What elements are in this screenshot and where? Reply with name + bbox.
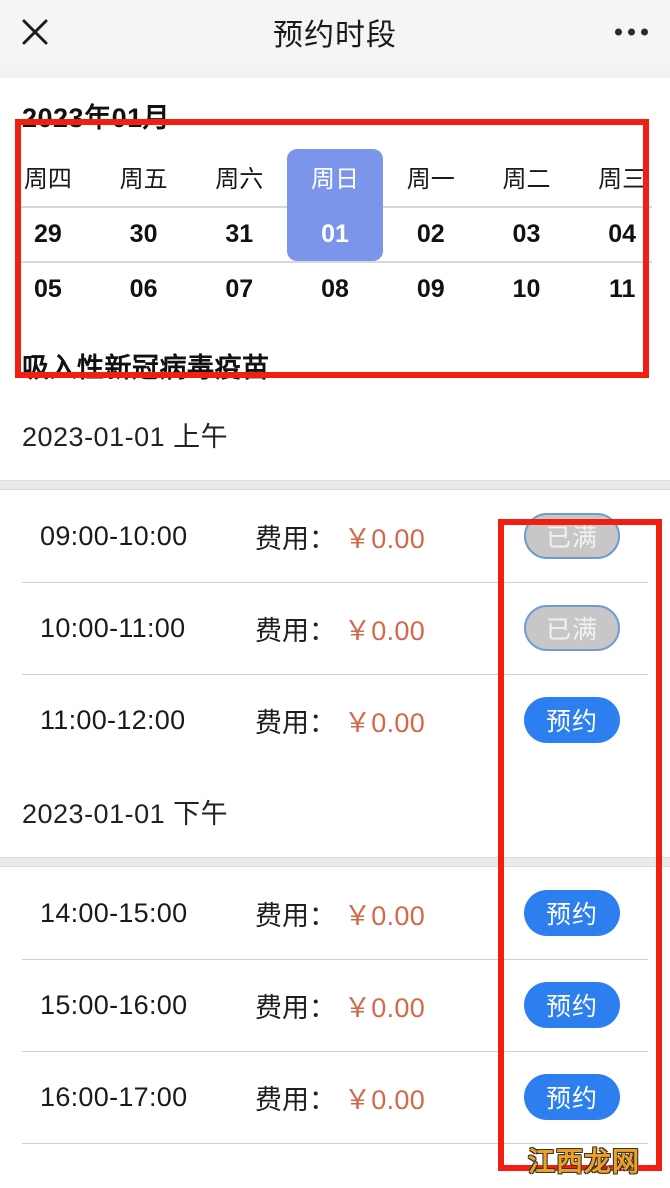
slot-list-afternoon: 14:00-15:00 费用： ￥0.00 预约 15:00-16:00 费用：… (0, 867, 670, 1143)
calendar-date-row: 29 30 31 01 02 03 04 (0, 208, 670, 261)
vaccine-name: 吸入性新冠病毒疫苗 (0, 338, 670, 389)
watermark: 江西龙网 (527, 1146, 640, 1178)
slot-full-button: 已满 (524, 513, 620, 559)
slot-fee-value: ￥0.00 (344, 615, 426, 646)
calendar-weekday-cell[interactable]: 周四 (0, 149, 96, 206)
slot-book-button[interactable]: 预约 (524, 982, 620, 1028)
slot-fee-value: ￥0.00 (344, 900, 426, 931)
calendar-date-cell[interactable]: 10 (479, 263, 575, 316)
slot-time: 09:00-10:00 (40, 520, 188, 551)
slot-action-cell: 预约 (524, 982, 620, 1028)
slot-action-cell: 已满 (524, 513, 620, 559)
table-row: 09:00-10:00 费用： ￥0.00 已满 (0, 490, 670, 582)
calendar-date-cell[interactable]: 29 (0, 208, 96, 261)
slot-fee-label: 费用： (255, 615, 336, 646)
calendar-weekday-cell[interactable]: 周二 (479, 149, 575, 206)
slot-time: 15:00-16:00 (40, 989, 188, 1020)
slot-fee-value: ￥0.00 (344, 523, 426, 554)
slot-time: 14:00-15:00 (40, 897, 188, 928)
calendar-date-cell[interactable]: 05 (0, 263, 96, 316)
slot-fee-value: ￥0.00 (344, 992, 426, 1023)
slot-action-cell: 预约 (524, 697, 620, 743)
calendar-date-cell[interactable]: 08 (287, 263, 383, 316)
calendar-date-cell[interactable]: 11 (574, 263, 670, 316)
calendar-weekday-cell[interactable]: 周一 (383, 149, 479, 206)
more-dot (628, 28, 635, 36)
slot-fee-value: ￥0.00 (344, 1084, 426, 1115)
slot-fee-label: 费用： (255, 1084, 336, 1115)
slot-fee-label: 费用： (255, 707, 336, 738)
more-dot (641, 28, 648, 36)
table-row: 14:00-15:00 费用： ￥0.00 预约 (0, 867, 670, 959)
table-row: 10:00-11:00 费用： ￥0.00 已满 (0, 582, 670, 674)
slot-time: 16:00-17:00 (40, 1081, 188, 1112)
session-header-morning: 2023-01-01 上午 (0, 389, 670, 480)
calendar-date-cell[interactable]: 07 (191, 263, 287, 316)
calendar-date-cell[interactable]: 06 (96, 263, 192, 316)
slot-book-button[interactable]: 预约 (524, 890, 620, 936)
navbar: 预约时段 (0, 0, 670, 64)
calendar-date-cell-selected[interactable]: 01 (287, 208, 383, 261)
more-ellipsis-icon[interactable] (611, 21, 652, 44)
slot-full-button: 已满 (524, 605, 620, 651)
close-icon[interactable] (16, 13, 54, 51)
slot-time: 10:00-11:00 (40, 612, 186, 643)
calendar-date-cell[interactable]: 02 (383, 208, 479, 261)
calendar-weekday-cell[interactable]: 周三 (574, 149, 670, 206)
calendar-date-cell[interactable]: 04 (574, 208, 670, 261)
slot-book-button[interactable]: 预约 (524, 1074, 620, 1120)
slot-time: 11:00-12:00 (40, 704, 186, 735)
slot-book-button[interactable]: 预约 (524, 697, 620, 743)
section-band (0, 480, 670, 490)
calendar-date-row: 05 06 07 08 09 10 11 (0, 263, 670, 316)
calendar-weekday-cell[interactable]: 周六 (191, 149, 287, 206)
table-row: 11:00-12:00 费用： ￥0.00 预约 (0, 674, 670, 766)
calendar-date-cell[interactable]: 31 (191, 208, 287, 261)
navbar-spacer (0, 64, 670, 78)
slot-fee-label: 费用： (255, 523, 336, 554)
slot-list-morning: 09:00-10:00 费用： ￥0.00 已满 10:00-11:00 费用：… (0, 490, 670, 766)
calendar-widget: 2023年01月 周四 周五 周六 周日 周一 周二 周三 29 30 31 0… (0, 78, 670, 338)
page-title: 预约时段 (273, 19, 397, 52)
section-band (0, 857, 670, 867)
more-dot (615, 28, 622, 36)
slot-fee-label: 费用： (255, 900, 336, 931)
calendar-date-cell[interactable]: 30 (96, 208, 192, 261)
slot-action-cell: 预约 (524, 890, 620, 936)
calendar-date-cell[interactable]: 03 (479, 208, 575, 261)
calendar-date-cell[interactable]: 09 (383, 263, 479, 316)
calendar-weekday-row: 周四 周五 周六 周日 周一 周二 周三 (0, 149, 670, 206)
calendar-weekday-cell[interactable]: 周五 (96, 149, 192, 206)
calendar-month-label: 2023年01月 (22, 103, 171, 133)
slot-fee-label: 费用： (255, 992, 336, 1023)
calendar-weekday-cell-selected[interactable]: 周日 (287, 149, 383, 206)
slot-action-cell: 已满 (524, 605, 620, 651)
table-row: 15:00-16:00 费用： ￥0.00 预约 (0, 959, 670, 1051)
slot-action-cell: 预约 (524, 1074, 620, 1120)
slot-fee-value: ￥0.00 (344, 707, 426, 738)
table-row: 16:00-17:00 费用： ￥0.00 预约 (0, 1051, 670, 1143)
appointment-timeslot-page: 预约时段 2023年01月 周四 周五 周六 周日 周一 周二 周三 29 30… (0, 0, 670, 1188)
calendar-grid: 周四 周五 周六 周日 周一 周二 周三 29 30 31 01 02 03 0… (0, 149, 670, 316)
session-header-afternoon: 2023-01-01 下午 (0, 766, 670, 857)
